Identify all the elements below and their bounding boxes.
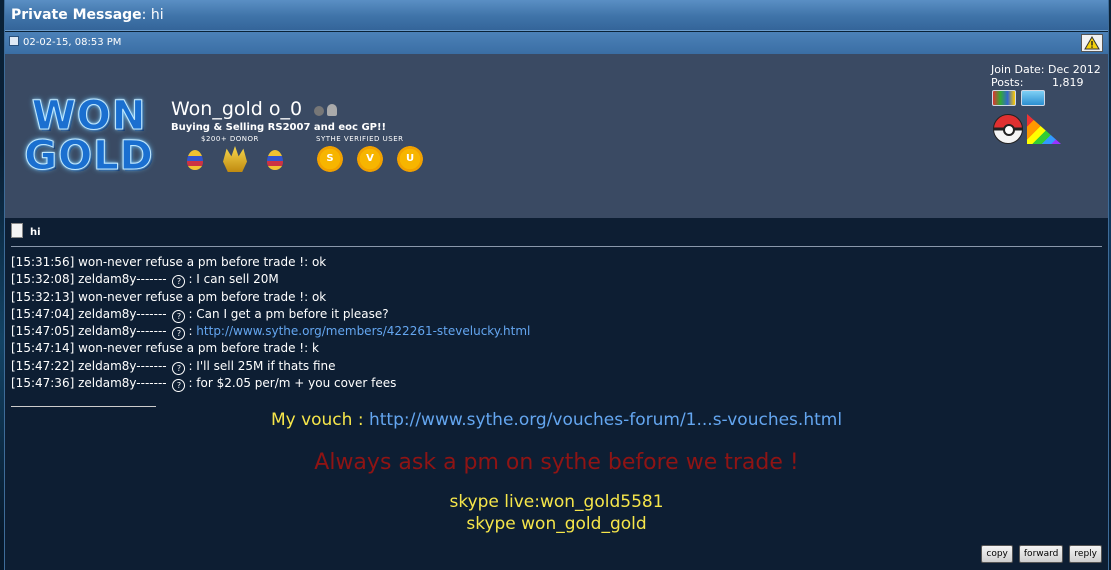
title-separator: : [141,7,151,23]
donor-badge-label: $200+ DONOR [201,135,259,143]
chat-speaker: zeldam8y------- [78,306,167,321]
panel-title-subject: hi [150,7,164,23]
chat-line: [15:47:22] zeldam8y------- ?: I'll sell … [11,358,530,375]
verified-badge-label: SYTHE VERIFIED USER [316,135,404,143]
private-message-panel: Private Message: hi 02-02-15, 08:53 PM W… [4,0,1109,570]
message-title: hi [11,223,41,241]
chat-line: [15:31:56] won-never refuse a pm before … [11,254,530,271]
chat-timestamp: [15:47:14] [11,341,75,356]
posts-value: 1,819 [1052,76,1084,89]
join-date-label: Join Date: [991,63,1045,76]
chat-text: : I'll sell 25M if thats fine [188,358,336,373]
gold-coins-icon [223,146,247,172]
skype-line-2: skype won_gold_gold [466,514,647,534]
message-actions: copy forward reply [981,545,1102,563]
chat-line: [15:32:13] won-never refuse a pm before … [11,289,530,306]
chat-line: [15:47:36] zeldam8y------- ?: for $2.05 … [11,375,530,393]
chat-line: [15:47:04] zeldam8y------- ?: Can I get … [11,306,530,323]
user-badge-u-icon: U [397,146,423,172]
sythe-badge-s-icon: S [317,146,343,172]
signature-divider [11,406,156,407]
user-stats: Join Date: Dec 2012 Posts: 1,819 [991,63,1101,89]
divider [11,246,1102,247]
rainbow-award-icon [1027,114,1061,144]
chat-speaker: zeldam8y------- [78,272,167,287]
chat-text: : I can sell 20M [188,272,279,287]
user-avatar[interactable]: WON GOLD [15,76,163,196]
easter-egg-icon [187,150,203,170]
post-date-bar: 02-02-15, 08:53 PM [5,32,1108,54]
chat-log: [15:31:56] won-never refuse a pm before … [11,254,530,393]
chat-speaker: won-never refuse a pm before trade !: [78,341,309,356]
chat-timestamp: [15:32:13] [11,289,75,304]
chat-text: ok [311,289,327,304]
offline-status-icon [314,105,325,116]
avatar-logo-line-1: WON [31,93,147,139]
chat-link[interactable]: http://www.sythe.org/members/422261-stev… [196,324,530,338]
vouch-line: My vouch : http://www.sythe.org/vouches-… [5,408,1108,432]
chat-text: ok [311,255,327,269]
pokeball-icon [993,114,1023,144]
chat-timestamp: [15:31:56] [11,255,75,269]
help-icon: ? [172,275,186,289]
help-icon: ? [172,309,186,323]
chat-timestamp: [15:32:08] [11,272,75,287]
chat-timestamp: [15:47:04] [11,306,75,321]
post-icon [9,36,19,46]
skype-line-1: skype live:won_gold5581 [449,492,664,512]
warning-text: Always ask a pm on sythe before we trade… [314,450,799,475]
report-post-button[interactable] [1081,34,1103,52]
chat-speaker: zeldam8y------- [78,324,167,339]
reply-button[interactable]: reply [1069,545,1102,563]
chat-timestamp: [15:47:05] [11,324,75,339]
panel-titlebar: Private Message: hi [5,0,1108,31]
user-profile-icon [327,103,338,116]
join-date-value: Dec 2012 [1048,63,1101,76]
verified-badge-v-icon: V [357,146,383,172]
chat-line: [15:47:14] won-never refuse a pm before … [11,340,530,357]
warning-icon [1084,36,1100,50]
chat-text: : Can I get a pm before it please? [188,306,389,321]
message-content: hi [15:31:56] won-never refuse a pm befo… [5,218,1108,570]
skype-contacts: skype live:won_gold5581 skype won_gold_g… [5,491,1108,535]
user-status-icons [314,99,338,121]
chat-line: [15:32:08] zeldam8y------- ?: I can sell… [11,271,530,289]
username-text: Won_gold o_0 [171,98,303,120]
posts-label: Posts: [991,76,1024,89]
chat-line: [15:47:05] zeldam8y------- ?: http://www… [11,323,530,341]
help-icon: ? [172,361,186,375]
help-icon: ? [172,379,186,393]
vouch-link[interactable]: http://www.sythe.org/vouches-forum/1...s… [369,410,842,430]
document-icon [11,223,23,238]
chat-speaker: won-never refuse a pm before trade !: [78,289,309,304]
easter-egg-icon [267,150,283,170]
chat-speaker: won-never refuse a pm before trade !: [78,255,309,269]
chat-speaker: zeldam8y------- [78,358,167,373]
user-title: Buying & Selling RS2007 and eoc GP!! [171,122,387,133]
help-icon: ? [172,327,186,341]
chat-timestamp: [15:47:22] [11,358,75,373]
chat-text: k [311,341,319,356]
award-icon [1021,90,1045,106]
username-link[interactable]: Won_gold o_0 [171,98,338,121]
copy-button[interactable]: copy [981,545,1013,563]
forward-button[interactable]: forward [1018,545,1064,563]
chat-speaker: zeldam8y------- [78,376,167,391]
panel-title-label: Private Message [11,7,142,23]
avatar-logo-line-2: GOLD [24,133,154,179]
award-icon [992,90,1016,106]
message-title-text: hi [30,227,41,238]
post-datetime: 02-02-15, 08:53 PM [23,37,122,48]
user-info-bar: WON GOLD Won_gold o_0 Buying & Selling R… [5,54,1108,218]
chat-timestamp: [15:47:36] [11,376,75,391]
chat-text: : for $2.05 per/m + you cover fees [188,376,397,391]
vouch-label: My vouch : [270,410,369,430]
user-badges: S V U [171,144,431,178]
